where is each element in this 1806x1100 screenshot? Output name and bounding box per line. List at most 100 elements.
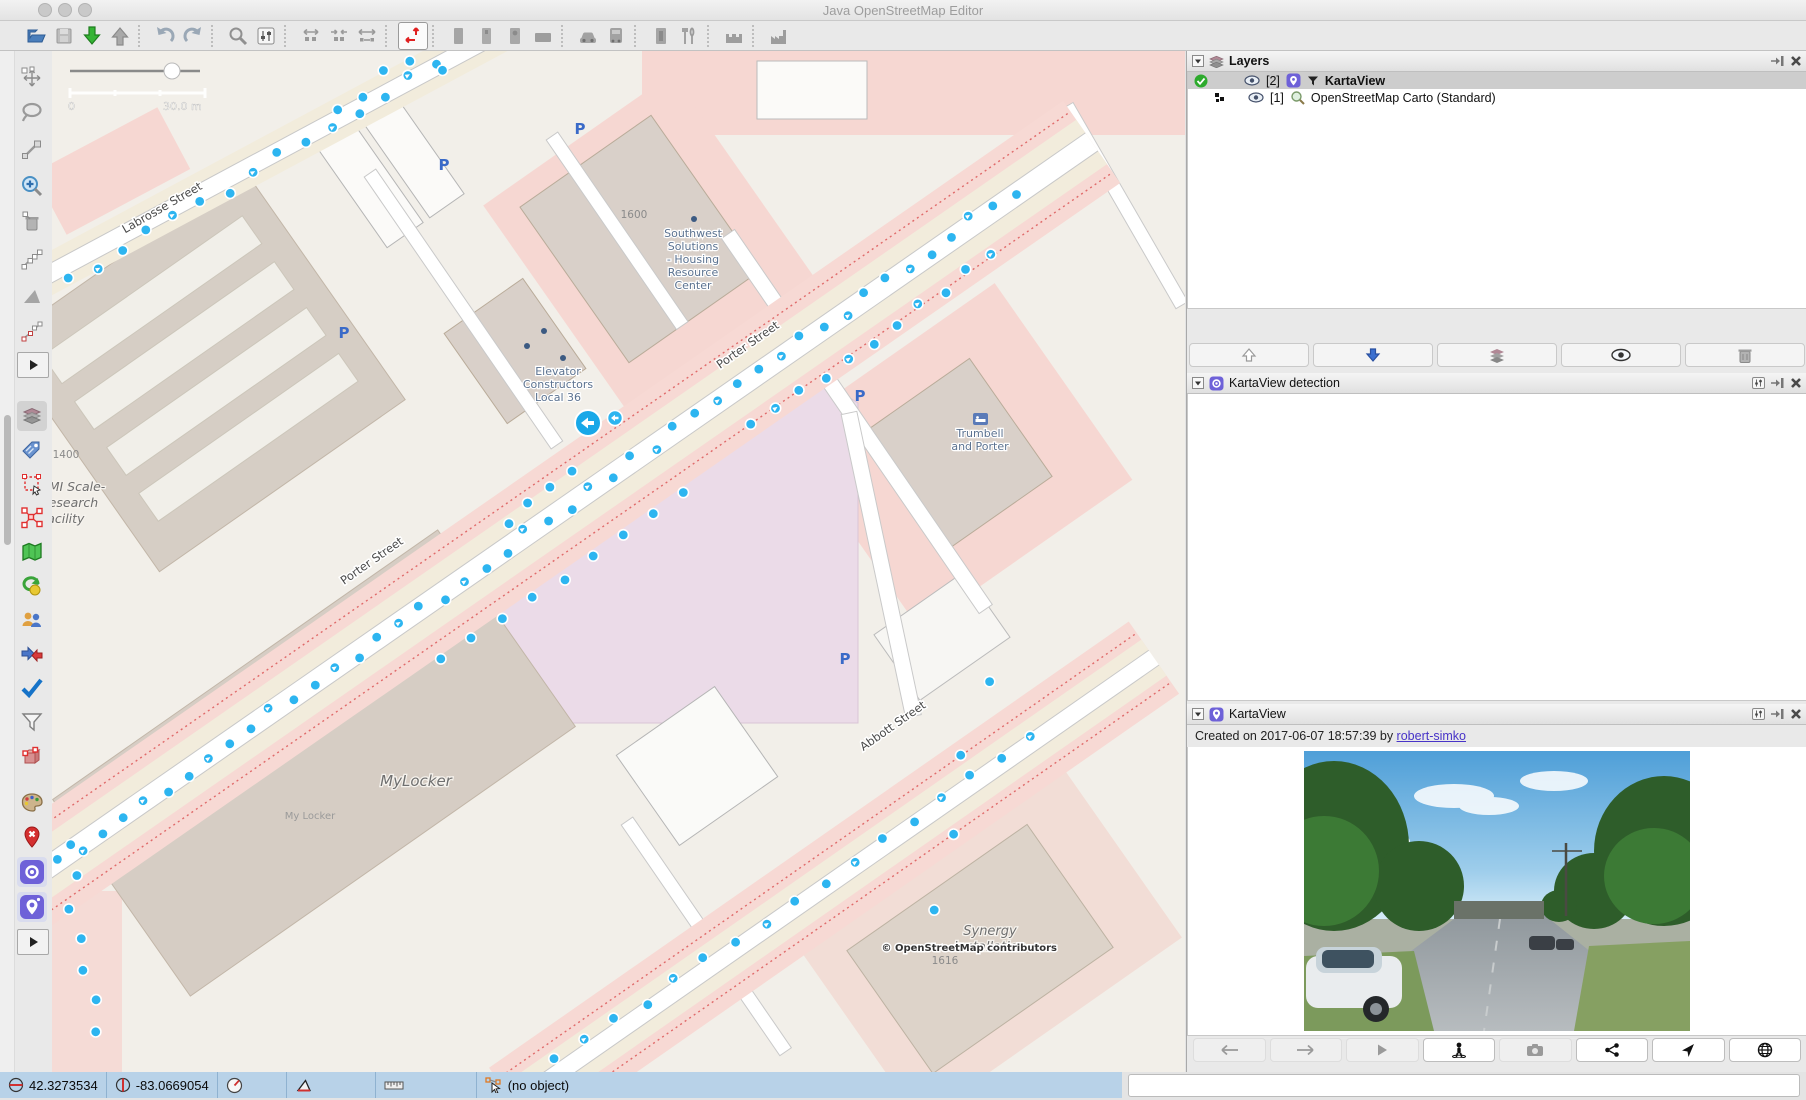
- selected-photo-marker[interactable]: [574, 409, 602, 437]
- stick-icon[interactable]: [1770, 708, 1785, 720]
- toggle-filter-panel[interactable]: [17, 707, 47, 737]
- photo-point[interactable]: [587, 549, 600, 562]
- tool-lasso[interactable]: [17, 97, 47, 127]
- photo-point[interactable]: [434, 652, 447, 665]
- photo-point[interactable]: [928, 903, 941, 916]
- photo-point[interactable]: [224, 187, 237, 200]
- photo-point[interactable]: [547, 1052, 560, 1065]
- photo-point[interactable]: [543, 481, 556, 494]
- move-layer-up-button[interactable]: [1189, 343, 1309, 367]
- photo-point[interactable]: [926, 248, 939, 261]
- toggle-minimap-panel[interactable]: [17, 537, 47, 567]
- photo-point[interactable]: [954, 749, 967, 762]
- photo-point[interactable]: [193, 195, 206, 208]
- close-icon[interactable]: [1790, 708, 1802, 720]
- visibility-eye-icon[interactable]: [1248, 92, 1264, 103]
- photo-point[interactable]: [299, 136, 312, 149]
- photo-point[interactable]: [353, 651, 366, 664]
- open-web-button[interactable]: [1728, 1038, 1801, 1062]
- photo-point[interactable]: [70, 869, 83, 882]
- panels-more-expander[interactable]: [17, 929, 49, 955]
- photo-point[interactable]: [752, 363, 765, 376]
- street-photo[interactable]: [1304, 751, 1690, 1031]
- photo-point[interactable]: [788, 895, 801, 908]
- photo-point[interactable]: [403, 55, 416, 68]
- zoom-slider-knob[interactable]: [163, 62, 181, 80]
- sidebar-scroll-thumb[interactable]: [4, 415, 11, 545]
- download-button[interactable]: [78, 23, 106, 49]
- pegman-360-button[interactable]: [1422, 1038, 1495, 1062]
- merge-layers-button[interactable]: [1437, 343, 1557, 367]
- layer-row-osm-carto[interactable]: [1] OpenStreetMap Carto (Standard): [1188, 89, 1806, 106]
- photo-point[interactable]: [566, 503, 579, 516]
- toggle-selection-panel[interactable]: [17, 469, 47, 499]
- photo-point[interactable]: [696, 951, 709, 964]
- photo-point[interactable]: [959, 263, 972, 276]
- photo-point[interactable]: [641, 998, 654, 1011]
- photo-point[interactable]: [379, 91, 392, 104]
- photo-point[interactable]: [908, 815, 921, 828]
- photo-point[interactable]: [820, 372, 833, 385]
- photo-point[interactable]: [729, 936, 742, 949]
- photo-point[interactable]: [878, 271, 891, 284]
- visibility-eye-icon[interactable]: [1244, 75, 1260, 86]
- photo-point[interactable]: [1010, 188, 1023, 201]
- photo-point[interactable]: [939, 286, 952, 299]
- photo-point[interactable]: [501, 547, 514, 560]
- preset-bus-button[interactable]: [602, 23, 630, 49]
- photo-point[interactable]: [792, 384, 805, 397]
- close-icon[interactable]: [1790, 55, 1802, 67]
- photo-point[interactable]: [162, 785, 175, 798]
- toggle-layer-visibility-button[interactable]: [1561, 343, 1681, 367]
- adjacent-photo-marker[interactable]: [606, 409, 624, 427]
- preset-car-button[interactable]: [574, 23, 602, 49]
- photo-point[interactable]: [558, 573, 571, 586]
- previous-photo-button[interactable]: [1193, 1038, 1266, 1062]
- toggle-authors-panel[interactable]: [17, 605, 47, 635]
- photo-point[interactable]: [96, 827, 109, 840]
- save-button[interactable]: [50, 23, 78, 49]
- photo-point[interactable]: [607, 1012, 620, 1025]
- photo-point[interactable]: [876, 832, 889, 845]
- tool-draw-nodes[interactable]: [17, 135, 47, 165]
- toggle-map-paint-styles-panel[interactable]: [17, 787, 47, 817]
- close-icon[interactable]: [1790, 377, 1802, 389]
- photo-point[interactable]: [117, 811, 130, 824]
- open-button[interactable]: [22, 23, 50, 49]
- photo-point[interactable]: [963, 769, 976, 782]
- photo-point[interactable]: [677, 486, 690, 499]
- photo-point[interactable]: [52, 853, 64, 866]
- photo-point[interactable]: [857, 286, 870, 299]
- layer-row-kartaview[interactable]: [2] KartaView: [1188, 72, 1806, 89]
- photo-point[interactable]: [986, 199, 999, 212]
- photo-point[interactable]: [183, 770, 196, 783]
- photo-point[interactable]: [353, 107, 366, 120]
- camera-button[interactable]: [1499, 1038, 1572, 1062]
- photo-point[interactable]: [64, 838, 77, 851]
- panel-preferences-icon[interactable]: [1752, 708, 1765, 720]
- author-link[interactable]: robert-simko: [1397, 729, 1466, 743]
- photo-point[interactable]: [496, 612, 509, 625]
- photo-point[interactable]: [89, 1025, 102, 1038]
- photo-point[interactable]: [688, 407, 701, 420]
- stick-icon[interactable]: [1770, 377, 1785, 389]
- stick-icon[interactable]: [1770, 55, 1785, 67]
- tool-select-move[interactable]: [17, 63, 47, 93]
- distribute-nodes-button[interactable]: [297, 23, 325, 49]
- toggle-conflicts-panel[interactable]: [17, 639, 47, 669]
- preset-food-button[interactable]: [675, 23, 703, 49]
- preset-barrier-button[interactable]: [445, 23, 473, 49]
- panel-preferences-icon[interactable]: [1752, 377, 1765, 389]
- photo-point[interactable]: [223, 737, 236, 750]
- preset-landuse-button[interactable]: [529, 23, 557, 49]
- move-node-onto-way-button[interactable]: [398, 21, 428, 50]
- photo-point[interactable]: [521, 496, 534, 509]
- move-layer-down-button[interactable]: [1313, 343, 1433, 367]
- preferences-button[interactable]: [252, 23, 280, 49]
- status-text-field[interactable]: [1128, 1074, 1800, 1097]
- tool-more-expander[interactable]: [17, 352, 49, 378]
- photo-point[interactable]: [502, 517, 515, 530]
- photo-point[interactable]: [356, 91, 369, 104]
- photo-point[interactable]: [287, 693, 300, 706]
- photo-point[interactable]: [370, 631, 383, 644]
